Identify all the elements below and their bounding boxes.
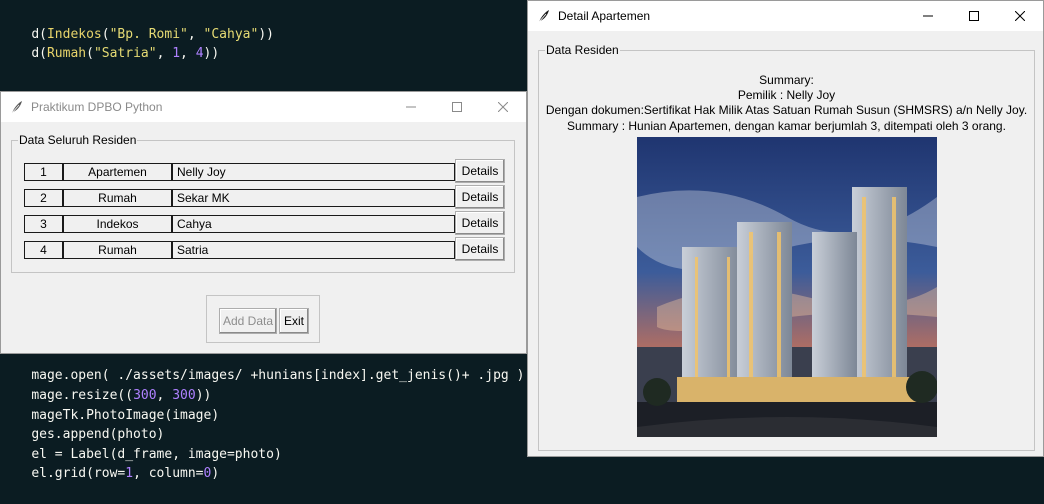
- close-icon: [1015, 11, 1025, 21]
- minimize-icon: [923, 15, 933, 17]
- row-3-name: Cahya: [172, 215, 455, 233]
- residents-groupbox: Data Seluruh Residen 1 Apartemen Nelly J…: [11, 133, 515, 273]
- minimize-icon: [406, 106, 416, 108]
- close-button[interactable]: [480, 92, 526, 122]
- row-4-type: Rumah: [63, 241, 172, 259]
- feather-icon: [11, 101, 22, 114]
- row-3-number: 3: [24, 215, 63, 233]
- row-4-details-button[interactable]: Details: [455, 237, 505, 261]
- resident-detail-groupbox: Data Residen Summary: Pemilik : Nelly Jo…: [538, 43, 1035, 451]
- summary-document: Dengan dokumen:Sertifikat Hak Milik Atas…: [545, 103, 1028, 117]
- row-4-name: Satria: [172, 241, 455, 259]
- row-2-name: Sekar MK: [172, 189, 455, 207]
- detail-window-titlebar[interactable]: Detail Apartemen: [528, 1, 1043, 31]
- row-2-details-button[interactable]: Details: [455, 185, 505, 209]
- code-line-9: el.grid(row=1, column=0): [31, 466, 220, 481]
- exit-button[interactable]: Exit: [279, 308, 309, 334]
- feather-icon: [538, 10, 549, 23]
- summary-owner: Pemilik : Nelly Joy: [737, 88, 836, 102]
- row-1-number: 1: [24, 163, 63, 181]
- close-icon: [498, 102, 508, 112]
- main-window-titlebar[interactable]: Praktikum DPBO Python: [1, 92, 526, 122]
- row-2-type: Rumah: [63, 189, 172, 207]
- apartment-photo: [637, 137, 937, 437]
- residents-group-label: Data Seluruh Residen: [18, 133, 138, 147]
- maximize-button[interactable]: [951, 1, 997, 31]
- summary-heading: Summary:: [759, 73, 814, 87]
- maximize-icon: [452, 102, 462, 112]
- maximize-button[interactable]: [434, 92, 480, 122]
- main-window: Praktikum DPBO Python Data Seluruh Resid…: [0, 91, 527, 354]
- detail-window: Detail Apartemen Data Residen Summary: P…: [527, 0, 1044, 457]
- row-4-number: 4: [24, 241, 63, 259]
- row-3-details-button[interactable]: Details: [455, 211, 505, 235]
- actions-groupbox: Add Data Exit: [206, 295, 320, 343]
- row-1-type: Apartemen: [63, 163, 172, 181]
- row-2-number: 2: [24, 189, 63, 207]
- row-3-type: Indekos: [63, 215, 172, 233]
- add-data-button[interactable]: Add Data: [219, 308, 277, 334]
- row-1-name: Nelly Joy: [172, 163, 455, 181]
- main-window-title: Praktikum DPBO Python: [31, 100, 163, 114]
- close-button[interactable]: [997, 1, 1043, 31]
- minimize-button[interactable]: [905, 1, 951, 31]
- resident-detail-group-label: Data Residen: [545, 43, 620, 57]
- summary-description: Summary : Hunian Apartemen, dengan kamar…: [567, 119, 1006, 133]
- row-1-details-button[interactable]: Details: [455, 159, 505, 183]
- detail-window-title: Detail Apartemen: [558, 9, 651, 23]
- minimize-button[interactable]: [388, 92, 434, 122]
- maximize-icon: [969, 11, 979, 21]
- code-line-2: d(Rumah("Satria", 1, 4)): [31, 46, 220, 61]
